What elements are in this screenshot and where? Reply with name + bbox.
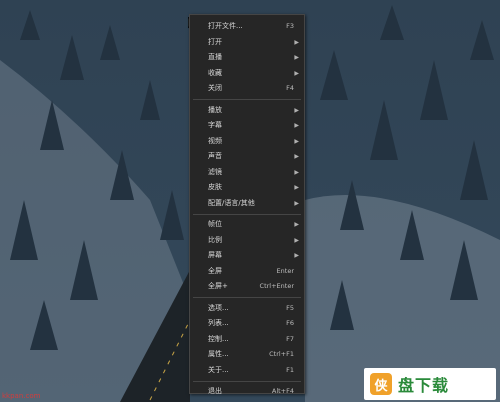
menu-item[interactable]: 屏幕 ▶: [190, 248, 304, 264]
menu-item[interactable]: 打开文件... F3: [190, 19, 304, 35]
site-logo: 侠 盘下载: [364, 368, 496, 400]
menu-item-label: 屏幕: [208, 251, 222, 259]
menu-item-label: 列表...: [208, 319, 229, 327]
context-menu: 打开文件... F3 打开 ▶ 直播 ▶ 收藏 ▶ 关闭 F4 播放 ▶ 字幕 ▶ 视频 ▶ 声音 ▶ 滤镜 ▶ 皮肤 ▶…: [189, 14, 305, 395]
menu-item-label: 滤镜: [208, 167, 222, 176]
menu-item-label: 控制...: [208, 334, 229, 343]
menu-item-label: 选项...: [208, 303, 229, 312]
menu-item[interactable]: 播放 ▶: [190, 103, 304, 119]
submenu-arrow-icon: ▶: [294, 221, 299, 228]
menu-item-label: 声音: [208, 152, 222, 160]
menu-item-shortcut: F4: [286, 84, 294, 92]
menu-item-label: 打开: [208, 37, 222, 46]
menu-item-label: 收藏: [208, 68, 222, 77]
submenu-arrow-icon: ▶: [294, 236, 299, 244]
logo-text: 盘下载: [398, 376, 450, 395]
submenu-arrow-icon: ▶: [294, 168, 299, 176]
menu-item-label: 直播: [208, 53, 222, 61]
menu-item-label: 退出: [208, 387, 222, 395]
menu-item[interactable]: 打开 ▶: [190, 35, 304, 51]
menu-item-label: 属性...: [208, 350, 229, 358]
menu-item-label: 全屏: [208, 266, 222, 275]
menu-item[interactable]: 直播 ▶: [190, 50, 304, 66]
menu-item-shortcut: F6: [286, 319, 294, 327]
submenu-arrow-icon: ▶: [294, 122, 299, 129]
menu-item-label: 播放: [208, 105, 222, 114]
menu-item-shortcut: F5: [286, 303, 294, 312]
submenu-arrow-icon: ▶: [294, 184, 299, 191]
menu-item[interactable]: 列表... F6: [190, 316, 304, 332]
menu-item-label: 全屏+: [208, 282, 228, 290]
menu-item[interactable]: 滤镜 ▶: [190, 165, 304, 181]
menu-item[interactable]: 声音 ▶: [190, 149, 304, 165]
menu-item[interactable]: 配置/语言/其他 ▶: [190, 196, 304, 212]
menu-item-label: 打开文件...: [208, 22, 243, 30]
menu-item[interactable]: 关于... F1: [190, 363, 304, 379]
menu-item-label: 关于...: [208, 365, 229, 374]
menu-item-label: 视频: [208, 136, 222, 145]
submenu-arrow-icon: ▶: [294, 38, 299, 46]
logo-badge-icon: 侠: [370, 373, 392, 395]
menu-item-shortcut: Ctrl+F1: [269, 350, 294, 358]
menu-item-shortcut: Enter: [276, 266, 294, 275]
menu-item-shortcut: F1: [286, 365, 294, 374]
menu-item[interactable]: 退出 Alt+F4: [190, 384, 304, 400]
submenu-arrow-icon: ▶: [294, 252, 299, 259]
menu-item[interactable]: 帧位 ▶: [190, 217, 304, 233]
submenu-arrow-icon: ▶: [294, 137, 299, 145]
menu-separator: [193, 99, 301, 100]
menu-item-label: 皮肤: [208, 183, 222, 191]
menu-item[interactable]: 全屏+ Ctrl+Enter: [190, 279, 304, 295]
menu-item[interactable]: 控制... F7: [190, 332, 304, 348]
submenu-arrow-icon: ▶: [294, 54, 299, 61]
menu-item-label: 帧位: [208, 220, 222, 228]
menu-separator: [193, 213, 301, 215]
menu-separator: [193, 380, 301, 382]
submenu-arrow-icon: ▶: [294, 199, 299, 207]
menu-item[interactable]: 皮肤 ▶: [190, 180, 304, 196]
menu-item-shortcut: F7: [286, 334, 294, 343]
menu-item-shortcut: Ctrl+Enter: [259, 282, 294, 290]
menu-item-shortcut: F3: [286, 22, 294, 30]
submenu-arrow-icon: ▶: [294, 106, 299, 114]
menu-item[interactable]: 属性... Ctrl+F1: [190, 347, 304, 363]
menu-item-label: 字幕: [208, 121, 222, 129]
submenu-arrow-icon: ▶: [294, 69, 299, 77]
menu-item-label: 配置/语言/其他: [208, 198, 255, 207]
watermark-text: kkpan.com: [2, 392, 41, 400]
menu-item[interactable]: 全屏 Enter: [190, 264, 304, 280]
menu-item[interactable]: 视频 ▶: [190, 134, 304, 150]
menu-item-label: 比例: [208, 235, 222, 244]
menu-item[interactable]: 收藏 ▶: [190, 66, 304, 82]
menu-item[interactable]: 选项... F5: [190, 301, 304, 317]
menu-item[interactable]: 比例 ▶: [190, 233, 304, 249]
menu-separator: [193, 297, 301, 298]
menu-item-label: 关闭: [208, 84, 222, 92]
menu-item[interactable]: 字幕 ▶: [190, 118, 304, 134]
submenu-arrow-icon: ▶: [294, 153, 299, 160]
menu-item-shortcut: Alt+F4: [271, 387, 294, 395]
menu-item[interactable]: 关闭 F4: [190, 81, 304, 97]
